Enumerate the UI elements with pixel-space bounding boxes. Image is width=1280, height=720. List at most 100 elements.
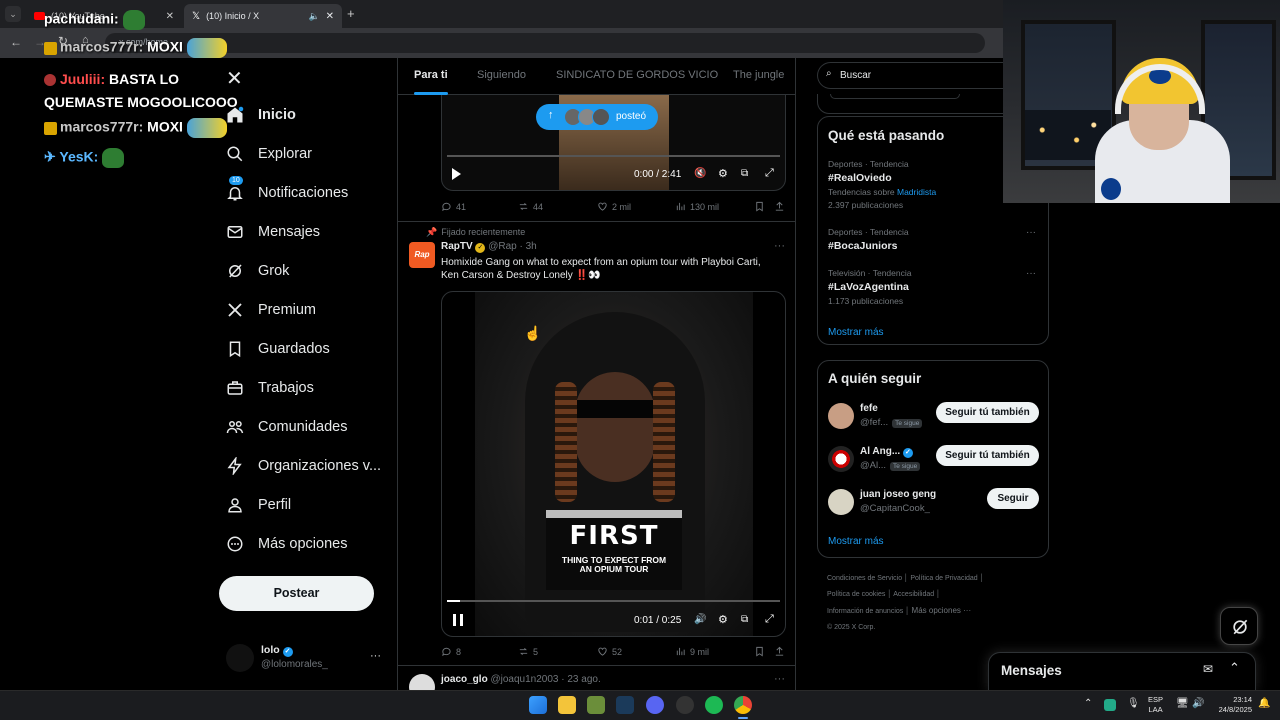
video-progress-track[interactable] — [447, 155, 780, 157]
sidebar-item-comunidades[interactable]: Comunidades — [226, 418, 347, 436]
obs-icon[interactable] — [676, 696, 694, 714]
repost-button[interactable]: 44 — [518, 201, 543, 212]
tweet[interactable]: 📌 Fijado recientemente Rap RapTV ✓ @Rap ·… — [398, 222, 795, 665]
app-icon[interactable] — [587, 696, 605, 714]
pause-icon[interactable] — [453, 614, 463, 626]
address-bar[interactable]: x.com/home — [105, 33, 985, 53]
footer-link[interactable]: Accesibilidad — [893, 591, 934, 598]
follow-button[interactable]: Seguir — [987, 488, 1039, 509]
close-icon[interactable]: ✕ — [326, 11, 334, 22]
more-icon[interactable]: ··· — [1026, 268, 1036, 279]
trend-context-link[interactable]: Madridista — [897, 187, 936, 197]
follow-item[interactable]: Al Ang... ✓ @Al... Te sigue Seguir tú tam… — [828, 444, 1040, 478]
views-button[interactable]: 9 mil — [675, 646, 709, 657]
author-name[interactable]: RapTV — [441, 241, 473, 252]
share-button[interactable] — [774, 646, 785, 657]
mute-icon[interactable]: 🔇 — [694, 168, 706, 179]
follow-item[interactable]: fefe @fef... Te sigue Seguir tú también — [828, 401, 1040, 435]
sidebar-item-trabajos[interactable]: Trabajos — [226, 379, 314, 397]
sidebar-item-perfil[interactable]: Perfil — [226, 496, 291, 514]
author-handle[interactable]: @Rap — [488, 241, 517, 252]
fullscreen-icon[interactable]: ⤢ — [765, 167, 774, 180]
avatar[interactable]: Rap — [409, 242, 435, 268]
more-icon[interactable]: ··· — [774, 240, 785, 252]
new-posts-pill[interactable]: ↑ posteó — [536, 104, 658, 130]
clock[interactable]: 23:14 24/8/2025 — [1212, 695, 1252, 715]
like-button[interactable]: 2 mil — [597, 201, 631, 212]
footer-link[interactable]: Información de anuncios — [827, 608, 903, 615]
tweet-time[interactable]: · 3h — [520, 241, 537, 252]
tab-the-jungle[interactable]: The jungle — [733, 69, 784, 81]
share-button[interactable] — [774, 201, 785, 212]
sidebar-item-grok[interactable]: Grok — [226, 262, 289, 280]
tweet-video[interactable]: FIRST THING TO EXPECT FROM AN OPIUM TOUR… — [441, 291, 786, 637]
account-switcher[interactable]: lolo ✓ @lolomorales_ ··· — [226, 642, 386, 676]
footer-link[interactable]: Política de Privacidad — [910, 575, 977, 582]
footer-link[interactable]: Política de cookies — [827, 591, 885, 598]
follow-item[interactable]: juan joseo geng @CapitanCook_ Seguir — [828, 487, 1040, 521]
settings-icon[interactable]: ⚙ — [718, 613, 728, 626]
tab-siguiendo[interactable]: Siguiendo — [477, 69, 526, 81]
video-progress-track[interactable] — [447, 600, 780, 602]
like-button[interactable]: 52 — [597, 646, 622, 657]
close-icon[interactable]: ✕ — [166, 11, 174, 22]
reply-button[interactable]: 8 — [441, 646, 461, 657]
sidebar-item-guardados[interactable]: Guardados — [226, 340, 330, 358]
repost-button[interactable]: 5 — [518, 646, 538, 657]
notifications-icon[interactable]: 🔔 — [1258, 698, 1270, 709]
follow-show-more-link[interactable]: Mostrar más — [828, 536, 884, 547]
tweet-time[interactable]: · 23 ago. — [561, 674, 600, 685]
chrome-icon[interactable] — [734, 696, 752, 714]
tab-sindicato[interactable]: SINDICATO DE GORDOS VICIO — [556, 69, 718, 81]
avatar[interactable] — [409, 674, 435, 690]
play-icon[interactable] — [452, 168, 461, 180]
sidebar-item-notificaciones[interactable]: 10 Notificaciones — [226, 176, 348, 202]
pip-icon[interactable]: ⧉ — [741, 168, 748, 179]
trend-item[interactable]: Televisión · Tendencia #LaVozAgentina 1.… — [828, 268, 1038, 306]
views-button[interactable]: 130 mil — [675, 201, 719, 212]
tweet[interactable]: joaco_glo @joaqu1n2003 · 23 ago. ··· — [398, 666, 795, 690]
pip-icon[interactable]: ⧉ — [741, 614, 748, 625]
bookmark-button[interactable] — [754, 646, 765, 657]
volume-icon[interactable]: 🔊 — [1192, 698, 1204, 709]
author-handle[interactable]: @joaqu1n2003 — [490, 674, 558, 685]
fullscreen-icon[interactable]: ⤢ — [765, 613, 774, 626]
trends-show-more-link[interactable]: Mostrar más — [828, 327, 884, 338]
discord-icon[interactable] — [646, 696, 664, 714]
more-icon[interactable]: ··· — [1026, 227, 1036, 238]
grok-floating-button[interactable] — [1220, 607, 1258, 645]
language-indicator[interactable]: ESP LAA — [1148, 695, 1163, 715]
new-message-icon[interactable]: ✉ — [1203, 662, 1213, 676]
sidebar-item-mensajes[interactable]: Mensajes — [226, 223, 320, 241]
expand-icon[interactable]: ⌃ — [1229, 660, 1240, 676]
volume-icon[interactable]: 🔊 — [694, 614, 706, 625]
tray-app-icon[interactable]: 🎙 — [1127, 698, 1140, 709]
windows-start-icon[interactable] — [529, 696, 547, 714]
post-button[interactable]: Postear — [219, 576, 374, 611]
tab-list-dropdown-icon[interactable]: ⌄ — [5, 6, 21, 22]
follow-back-button[interactable]: Seguir tú también — [936, 445, 1039, 466]
tab-x-home[interactable]: 𝕏 (10) Inicio / X 🔈 ✕ — [184, 4, 342, 28]
tab-para-ti[interactable]: Para ti — [414, 69, 448, 95]
bookmark-button[interactable] — [754, 201, 765, 212]
audio-icon[interactable]: 🔈 — [309, 11, 320, 22]
tray-app-icon[interactable] — [1104, 699, 1116, 711]
back-icon[interactable]: ← — [10, 35, 22, 49]
network-icon[interactable]: 🖥 — [1176, 698, 1189, 709]
more-icon[interactable]: ··· — [774, 673, 785, 685]
search-input[interactable]: ⌕ Buscar — [817, 62, 1017, 89]
sidebar-item-explorar[interactable]: Explorar — [226, 145, 312, 163]
steam-icon[interactable] — [616, 696, 634, 714]
footer-link[interactable]: Condiciones de Servicio — [827, 575, 902, 582]
author-name[interactable]: joaco_glo — [441, 674, 488, 685]
follow-back-button[interactable]: Seguir tú también — [936, 402, 1039, 423]
sidebar-item-inicio[interactable]: Inicio — [226, 106, 296, 124]
footer-link[interactable]: Más opciones ··· — [912, 606, 972, 615]
reply-button[interactable]: 41 — [441, 201, 466, 212]
file-explorer-icon[interactable] — [558, 696, 576, 714]
sidebar-item-premium[interactable]: Premium — [226, 301, 316, 319]
sidebar-item-mas-opciones[interactable]: Más opciones — [226, 535, 347, 553]
settings-icon[interactable]: ⚙ — [718, 167, 728, 180]
messages-dock[interactable]: Mensajes ✉ ⌃ — [988, 652, 1256, 690]
trend-item[interactable]: Deportes · Tendencia #BocaJuniors ··· — [828, 227, 1038, 252]
